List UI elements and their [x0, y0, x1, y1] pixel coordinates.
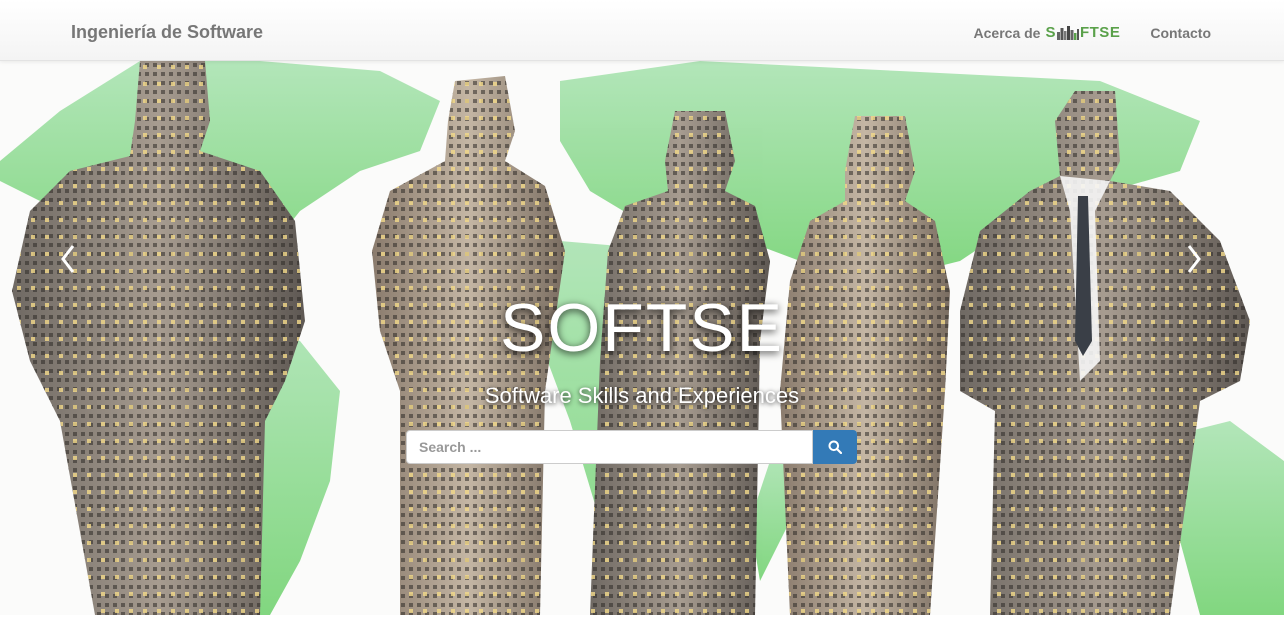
search-input[interactable] — [406, 430, 813, 464]
top-navbar: Ingeniería de Software Acerca de S FTSE … — [0, 0, 1284, 61]
contact-link[interactable]: Contacto — [1150, 25, 1211, 41]
carousel-prev-button[interactable] — [60, 244, 76, 274]
search-form — [406, 430, 857, 464]
chevron-left-icon — [61, 245, 75, 273]
hero-title: SOFTSE — [499, 290, 785, 366]
page-bottom — [0, 615, 1284, 620]
about-link[interactable]: Acerca de S FTSE — [974, 24, 1121, 41]
brand-link[interactable]: Ingeniería de Software — [71, 22, 263, 43]
softse-logo: S FTSE — [1045, 24, 1121, 41]
carousel-next-button[interactable] — [1186, 244, 1202, 274]
nav-links: Acerca de S FTSE Contacto — [974, 24, 1211, 41]
city-skyline-icon — [1056, 25, 1079, 40]
hero-carousel: SOFTSE Software Skills and Experiences — [0, 61, 1284, 615]
chevron-right-icon — [1187, 245, 1201, 273]
hero-subtitle: Software Skills and Experiences — [484, 383, 800, 408]
about-link-label: Acerca de — [973, 24, 1041, 41]
search-button[interactable] — [813, 430, 857, 464]
search-icon — [828, 440, 842, 454]
